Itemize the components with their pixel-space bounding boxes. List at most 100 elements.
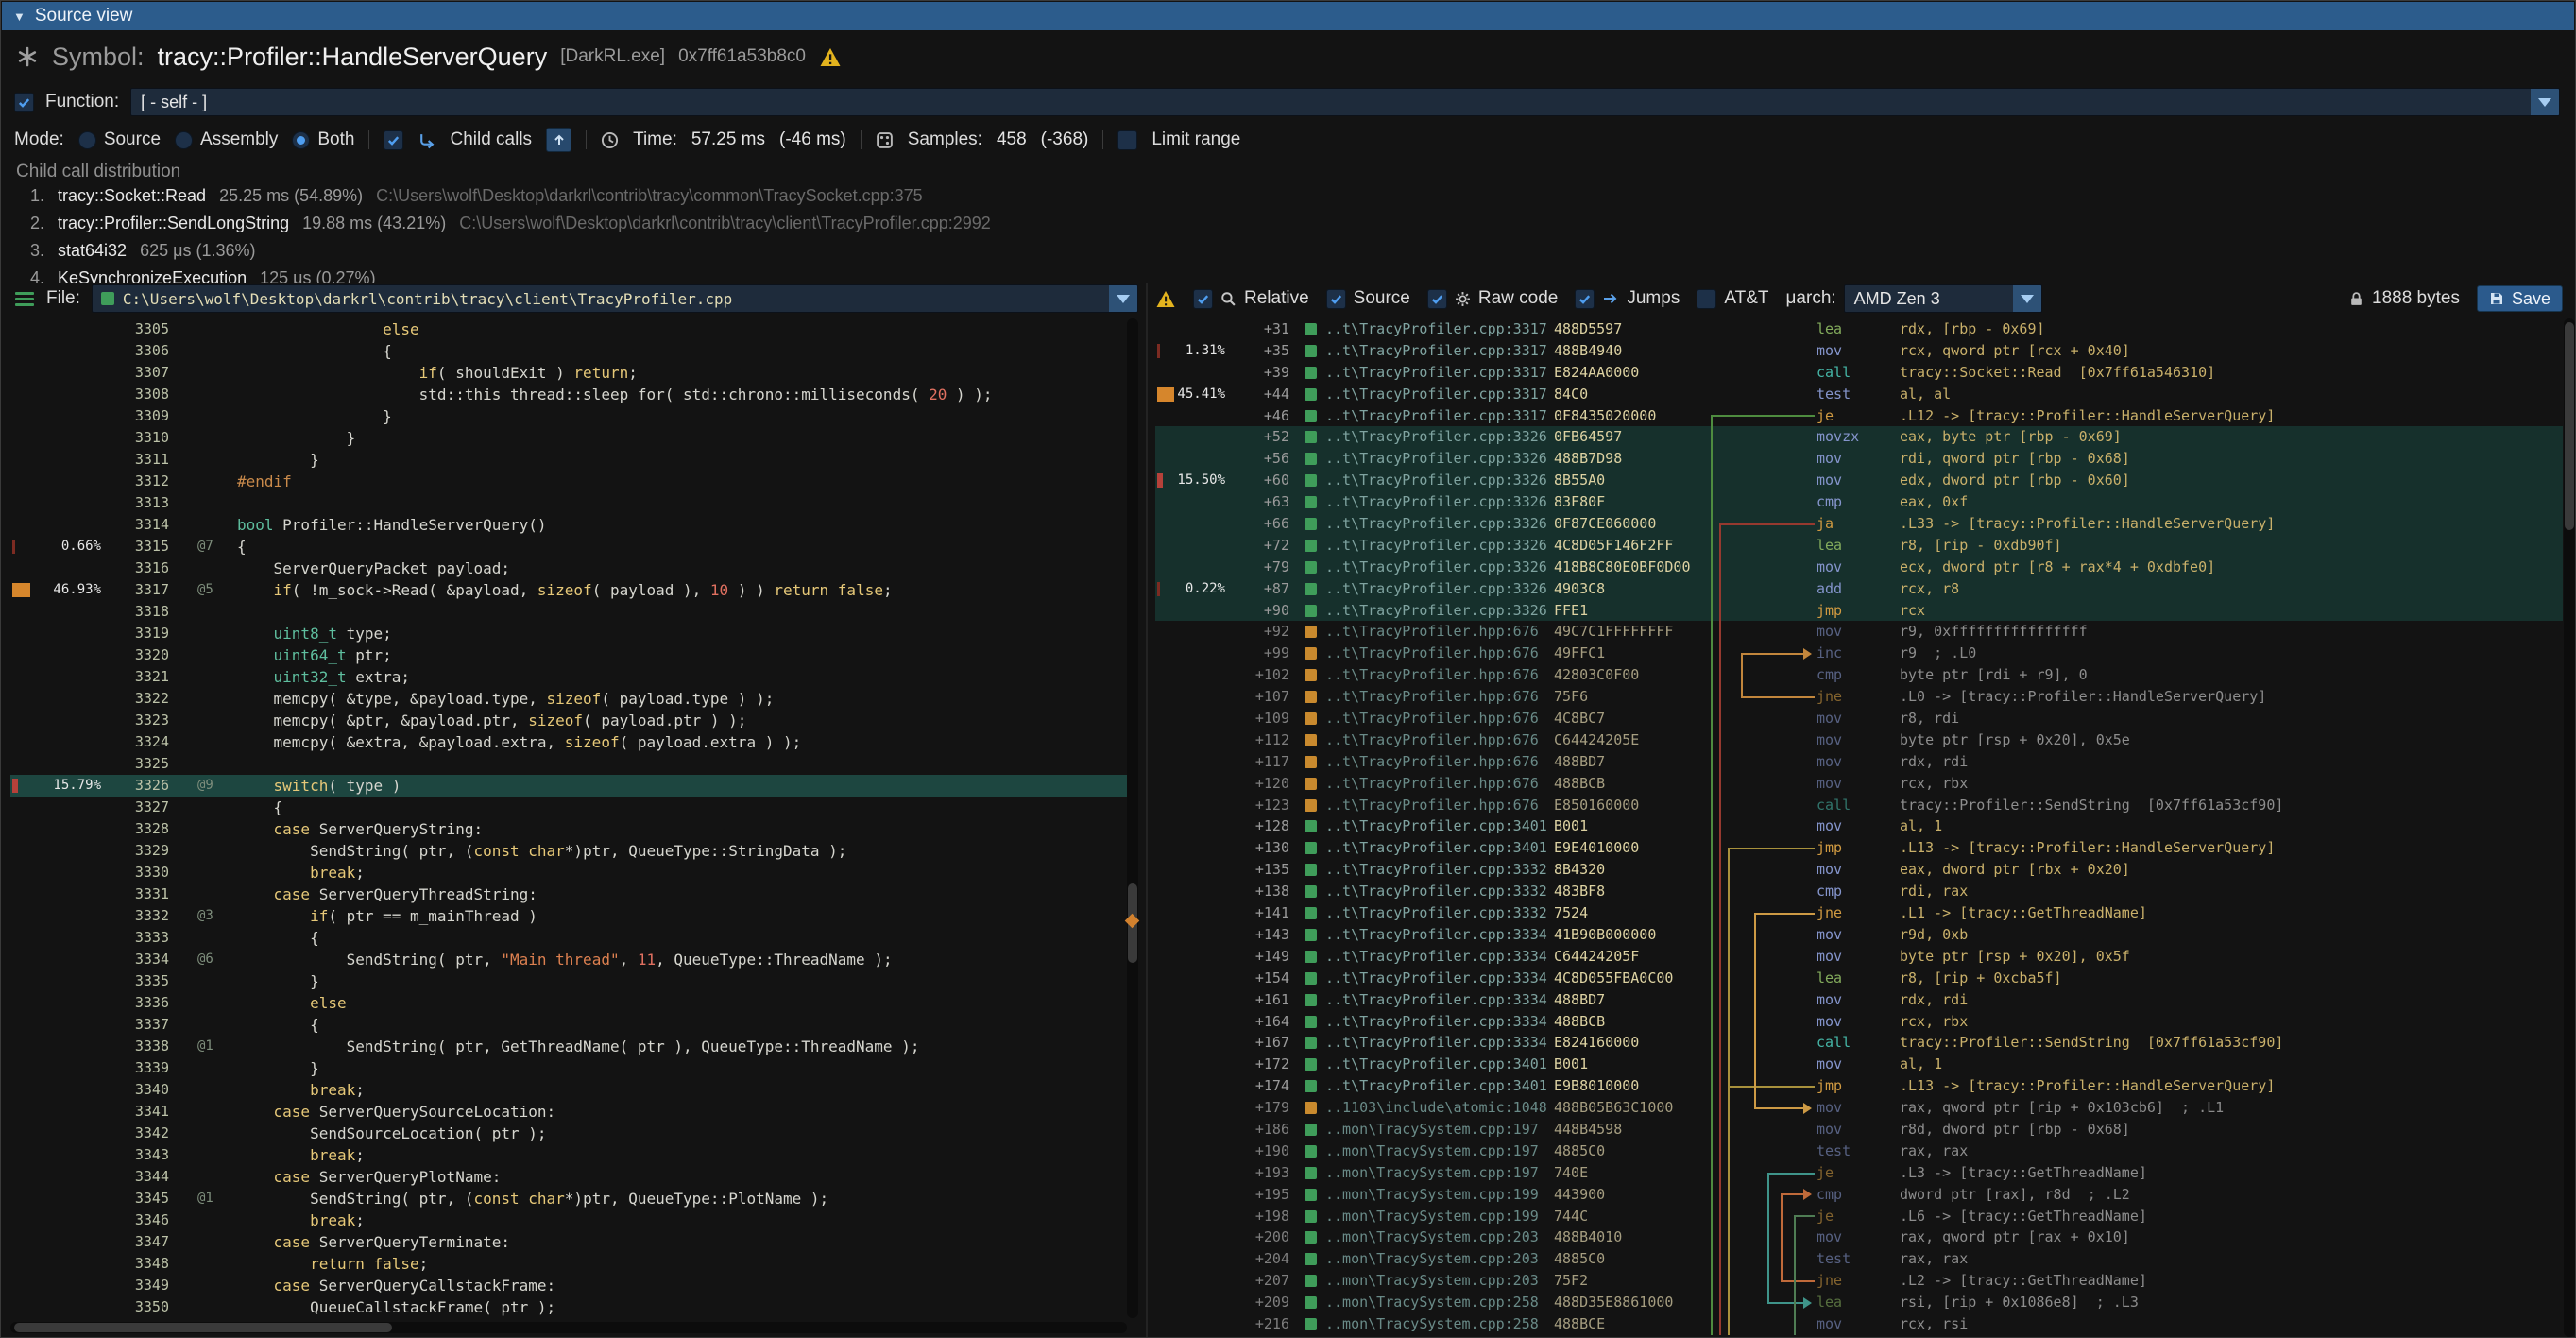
asm-source-location[interactable]: ..t\TracyProfiler.cpp:3334 (1325, 946, 1547, 968)
source-line[interactable]: 3330 break; (10, 862, 1127, 883)
asm-vertical-scrollbar[interactable] (2564, 318, 2575, 1337)
asm-source-location[interactable]: ..t\TracyProfiler.cpp:3332 (1325, 859, 1547, 881)
child-call-entry[interactable]: 1.tracy::Socket::Read25.25 ms (54.89%)C:… (16, 182, 2548, 210)
line-number[interactable]: 3311 (112, 449, 169, 471)
uarch-combo[interactable]: AMD Zen 3 (1844, 284, 2042, 313)
asm-row[interactable]: +209..mon\TracySystem.cpp:258488D35E8861… (1155, 1292, 2563, 1313)
line-number[interactable]: 3345 (112, 1188, 169, 1209)
source-line[interactable]: 3344 case ServerQueryPlotName: (10, 1166, 1127, 1188)
source-line[interactable]: 3321 uint32_t extra; (10, 666, 1127, 688)
asm-row[interactable]: +195..mon\TracySystem.cpp:199443900cmpdw… (1155, 1184, 2563, 1206)
asm-source-location[interactable]: ..t\TracyProfiler.hpp:676 (1325, 751, 1539, 773)
function-checkbox[interactable] (14, 93, 34, 112)
asm-row[interactable]: +190..mon\TracySystem.cpp:1974885C0testr… (1155, 1141, 2563, 1162)
asm-source-location[interactable]: ..mon\TracySystem.cpp:258 (1325, 1313, 1539, 1335)
source-line[interactable]: 3334@6 SendString( ptr, "Main thread", 1… (10, 949, 1127, 970)
asm-row[interactable]: +102..t\TracyProfiler.hpp:67642803C0F00c… (1155, 664, 2563, 686)
line-number[interactable]: 3322 (112, 688, 169, 710)
line-number[interactable]: 3325 (112, 753, 169, 775)
att-checkbox[interactable] (1697, 289, 1716, 309)
source-line[interactable]: 3308 std::this_thread::sleep_for( std::c… (10, 384, 1127, 405)
titlebar[interactable]: ▼ Source view (2, 2, 2574, 30)
chevron-down-icon[interactable] (2013, 285, 2041, 312)
source-line[interactable]: 15.79%3326@9 switch( type ) (10, 775, 1127, 797)
line-number[interactable]: 3326 (112, 775, 169, 797)
line-number[interactable]: 3349 (112, 1275, 169, 1296)
source-line[interactable]: 3327 { (10, 797, 1127, 818)
asm-source-location[interactable]: ..t\TracyProfiler.cpp:3334 (1325, 1011, 1547, 1033)
chevron-down-icon[interactable] (1109, 285, 1137, 312)
source-line[interactable]: 3335 } (10, 970, 1127, 992)
asm-row[interactable]: +63..t\TracyProfiler.cpp:332683F80Fcmpea… (1155, 491, 2563, 513)
relative-toggle[interactable]: Relative (1193, 288, 1309, 309)
line-number[interactable]: 3330 (112, 862, 169, 883)
source-line[interactable]: 3350 QueueCallstackFrame( ptr ); (10, 1296, 1127, 1318)
asm-row[interactable]: +193..mon\TracySystem.cpp:197740Eje.L3 -… (1155, 1162, 2563, 1184)
asm-source-location[interactable]: ..mon\TracySystem.cpp:197 (1325, 1119, 1539, 1141)
line-number[interactable]: 3333 (112, 927, 169, 949)
line-number[interactable]: 3319 (112, 623, 169, 644)
asm-row[interactable]: +128..t\TracyProfiler.cpp:3401B001moval,… (1155, 815, 2563, 837)
asm-row[interactable]: +135..t\TracyProfiler.cpp:33328B4320move… (1155, 859, 2563, 881)
child-calls-checkbox[interactable] (384, 130, 403, 150)
source-line[interactable]: 3336 else (10, 992, 1127, 1014)
asm-row[interactable]: +154..t\TracyProfiler.cpp:33344C8D055FBA… (1155, 968, 2563, 989)
source-line[interactable]: 3345@1 SendString( ptr, (const char*)ptr… (10, 1188, 1127, 1209)
source-line[interactable]: 3309 } (10, 405, 1127, 427)
relative-checkbox[interactable] (1193, 289, 1213, 309)
child-call-entry[interactable]: 2.tracy::Profiler::SendLongString19.88 m… (16, 210, 2548, 237)
source-line[interactable]: 3312#endif (10, 471, 1127, 492)
line-number[interactable]: 3306 (112, 340, 169, 362)
line-number[interactable]: 3340 (112, 1079, 169, 1101)
line-number[interactable]: 3309 (112, 405, 169, 427)
line-number[interactable]: 3346 (112, 1209, 169, 1231)
asm-row[interactable]: 0.22%+87..t\TracyProfiler.cpp:33264903C8… (1155, 578, 2563, 600)
assembly-pane[interactable]: +31..t\TracyProfiler.cpp:3317488D5597lea… (1155, 318, 2563, 1335)
asm-row[interactable]: +112..t\TracyProfiler.hpp:676C64424205Em… (1155, 729, 2563, 751)
asm-source-location[interactable]: ..t\TracyProfiler.hpp:676 (1325, 773, 1539, 795)
mode-option-both[interactable]: Both (292, 129, 354, 150)
asm-row[interactable]: +123..t\TracyProfiler.hpp:676E850160000c… (1155, 795, 2563, 816)
asm-source-location[interactable]: ..mon\TracySystem.cpp:199 (1325, 1206, 1539, 1227)
source-pane[interactable]: 3305 else3306 {3307 if( shouldExit ) ret… (10, 318, 1127, 1318)
asm-source-location[interactable]: ..t\TracyProfiler.hpp:676 (1325, 621, 1539, 643)
asm-source-location[interactable]: ..t\TracyProfiler.cpp:3326 (1325, 535, 1547, 557)
asm-row[interactable]: +207..mon\TracySystem.cpp:20375F2jne.L2 … (1155, 1270, 2563, 1292)
line-number[interactable]: 3329 (112, 840, 169, 862)
source-line[interactable]: 3347 case ServerQueryTerminate: (10, 1231, 1127, 1253)
source-line[interactable]: 3328 case ServerQueryString: (10, 818, 1127, 840)
collapse-icon[interactable]: ▼ (13, 9, 26, 24)
source-line[interactable]: 3320 uint64_t ptr; (10, 644, 1127, 666)
source-line[interactable]: 3337 { (10, 1014, 1127, 1036)
asm-source-location[interactable]: ..t\TracyProfiler.cpp:3326 (1325, 448, 1547, 470)
raw-code-checkbox[interactable] (1427, 289, 1447, 309)
asm-row[interactable]: +143..t\TracyProfiler.cpp:333441B90B0000… (1155, 924, 2563, 946)
asm-source-location[interactable]: ..t\TracyProfiler.hpp:676 (1325, 664, 1539, 686)
asm-row[interactable]: +138..t\TracyProfiler.cpp:3332483BF8cmpr… (1155, 881, 2563, 902)
line-number[interactable]: 3335 (112, 970, 169, 992)
source-line[interactable]: 3331 case ServerQueryThreadString: (10, 883, 1127, 905)
line-number[interactable]: 3316 (112, 558, 169, 579)
asm-row[interactable]: +161..t\TracyProfiler.cpp:3334488BD7movr… (1155, 989, 2563, 1011)
asm-source-location[interactable]: ..t\TracyProfiler.cpp:3334 (1325, 924, 1547, 946)
asm-row[interactable]: +174..t\TracyProfiler.cpp:3401E9B8010000… (1155, 1075, 2563, 1097)
asm-source-location[interactable]: ..t\TracyProfiler.hpp:676 (1325, 686, 1539, 708)
source-line[interactable]: 3329 SendString( ptr, (const char*)ptr, … (10, 840, 1127, 862)
line-number[interactable]: 3320 (112, 644, 169, 666)
asm-source-location[interactable]: ..t\TracyProfiler.cpp:3334 (1325, 989, 1547, 1011)
file-combo[interactable]: C:\Users\wolf\Desktop\darkrl\contrib\tra… (92, 284, 1138, 313)
asm-source-location[interactable]: ..t\TracyProfiler.cpp:3317 (1325, 405, 1547, 427)
source-line[interactable]: 3310 } (10, 427, 1127, 449)
line-number[interactable]: 3313 (112, 492, 169, 514)
source-line[interactable]: 3333 { (10, 927, 1127, 949)
asm-row[interactable]: +46..t\TracyProfiler.cpp:33170F843502000… (1155, 405, 2563, 427)
asm-row[interactable]: +79..t\TracyProfiler.cpp:3326418B8C80E0B… (1155, 557, 2563, 578)
save-button[interactable]: Save (2477, 285, 2563, 312)
line-number[interactable]: 3327 (112, 797, 169, 818)
source-line[interactable]: 46.93%3317@5 if( !m_sock->Read( &payload… (10, 579, 1127, 601)
warning-icon[interactable] (1155, 290, 1176, 308)
asm-row[interactable]: +107..t\TracyProfiler.hpp:67675F6jne.L0 … (1155, 686, 2563, 708)
source-toggle[interactable]: Source (1326, 288, 1410, 309)
source-line[interactable]: 3319 uint8_t type; (10, 623, 1127, 644)
line-number[interactable]: 3315 (112, 536, 169, 558)
